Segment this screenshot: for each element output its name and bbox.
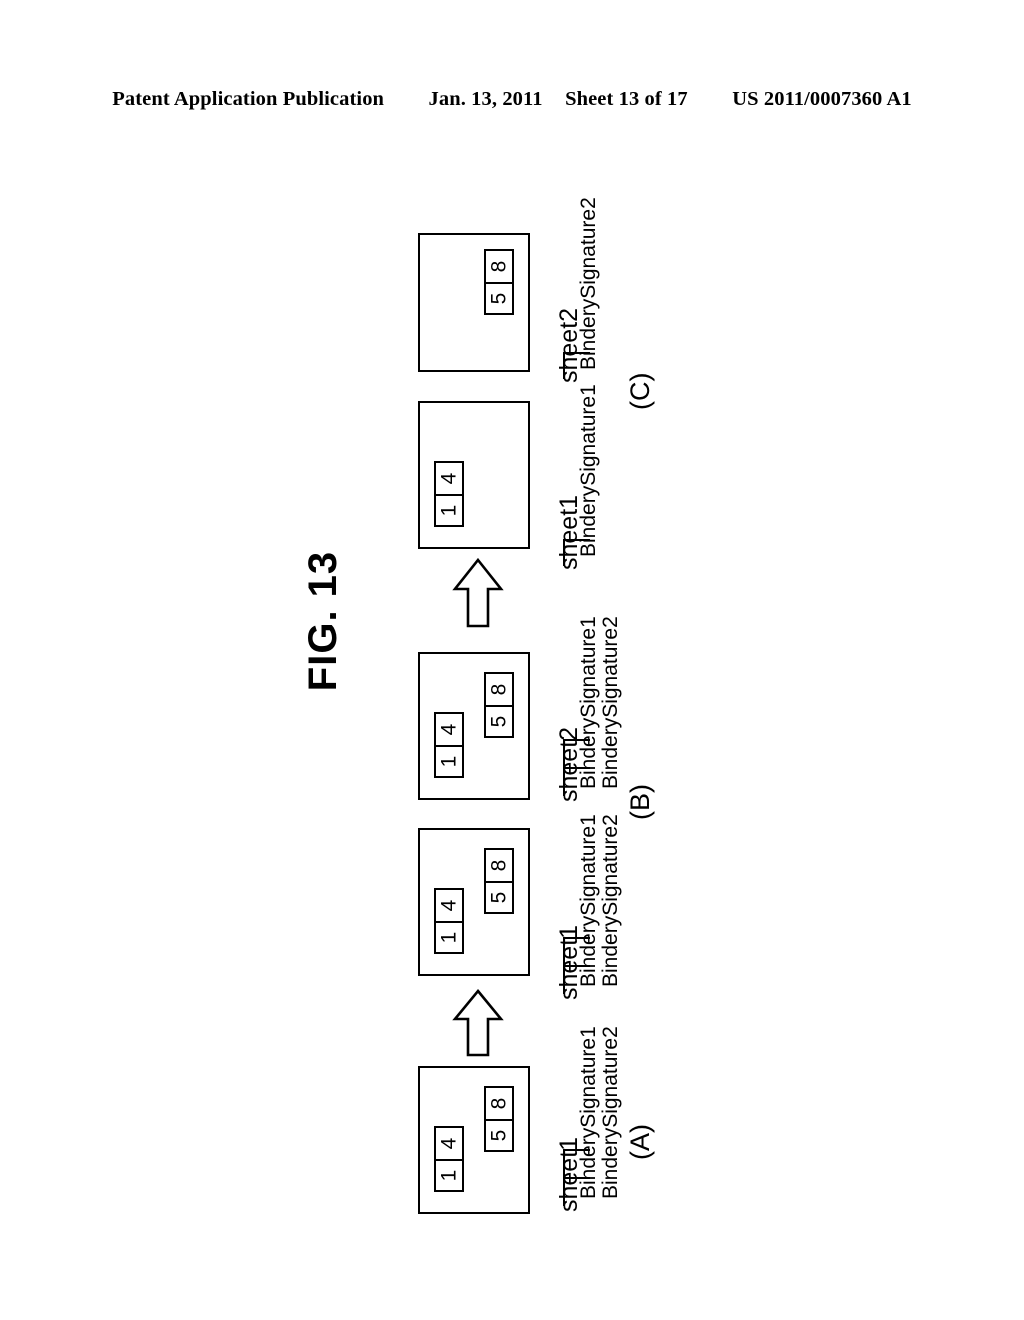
page-cell-4: 4 [436,714,462,745]
part-a-sheet1-pair-5-8: 8 5 [484,1086,514,1152]
page-cell-4: 4 [436,890,462,921]
page-number-8: 8 [487,683,511,696]
part-a-signature-1-label: BinderySignature1 [577,1026,600,1199]
header-publication: Patent Application Publication [112,88,385,110]
part-a-signature-2-label: BinderySignature2 [599,1026,622,1199]
page-cell-1: 1 [436,1159,462,1190]
page-number-4: 4 [437,472,461,485]
page-cell-8: 8 [486,1088,512,1119]
page-number-8: 8 [487,859,511,872]
part-c-sheet2-pair-5-8: 8 5 [484,249,514,315]
page-number-1: 1 [437,504,461,517]
page-cell-5: 5 [486,282,512,313]
part-b-sheet1-signature-1-label: BinderySignature1 [577,814,600,987]
page-header: Patent Application Publication Jan. 13, … [0,88,1024,111]
page-number-4: 4 [437,723,461,736]
part-b-sheet1-pair-1-4: 4 1 [434,888,464,954]
page-number-5: 5 [487,1129,511,1142]
figure-title-text: FIG. 13 [300,550,345,692]
part-b-sheet1-signature-2-label: BinderySignature2 [599,814,622,987]
part-c-sheet1-signature-label: BinderySignature1 [577,384,600,557]
page-cell-8: 8 [486,251,512,282]
page-cell-1: 1 [436,921,462,952]
page-number-1: 1 [437,755,461,768]
page-number-1: 1 [437,1169,461,1182]
page-cell-4: 4 [436,463,462,494]
part-b-sheet2-signature-1-label: BinderySignature1 [577,616,600,789]
part-c-sheet1-pair-1-4: 4 1 [434,461,464,527]
arrow-up-icon-a-to-b [452,988,504,1058]
header-date: Jan. 13, 2011 [428,88,543,110]
page-cell-8: 8 [486,674,512,705]
page-cell-5: 5 [486,881,512,912]
part-b-label: (B) [625,784,655,820]
part-c-sheet2-signature-label: BinderySignature2 [577,197,600,370]
page-cell-8: 8 [486,850,512,881]
part-b-sheet2-pair-5-8: 8 5 [484,672,514,738]
page-number-1: 1 [437,931,461,944]
page-number-4: 4 [437,1137,461,1150]
part-b-sheet1-pair-5-8: 8 5 [484,848,514,914]
page-number-5: 5 [487,891,511,904]
header-sheet: Sheet 13 of 17 [565,88,688,110]
page-number-4: 4 [437,899,461,912]
part-b-sheet2-signature-2-label: BinderySignature2 [599,616,622,789]
figure-title: FIG. 13 [248,546,408,696]
arrow-up-icon-b-to-c [452,557,504,629]
page-cell-5: 5 [486,1119,512,1150]
header-publication-number: US 2011/0007360 A1 [732,88,912,110]
page-cell-4: 4 [436,1128,462,1159]
part-b-sheet2-pair-1-4: 4 1 [434,712,464,778]
page-number-8: 8 [487,260,511,273]
part-c-label: (C) [625,372,655,410]
page-number-8: 8 [487,1097,511,1110]
page-cell-5: 5 [486,705,512,736]
page-cell-1: 1 [436,494,462,525]
part-a-sheet1-pair-1-4: 4 1 [434,1126,464,1192]
page-cell-1: 1 [436,745,462,776]
part-a-label: (A) [625,1124,655,1160]
page-number-5: 5 [487,715,511,728]
page-number-5: 5 [487,292,511,305]
